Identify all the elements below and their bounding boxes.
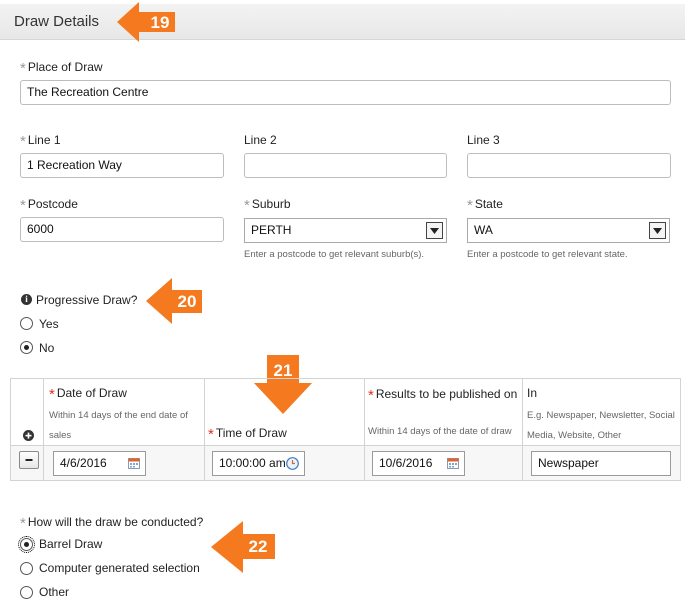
date-of-draw-header-text: Date of Draw (56, 386, 127, 400)
calendar-icon[interactable] (128, 458, 140, 469)
section-header (0, 0, 685, 40)
line3-input[interactable] (467, 153, 671, 178)
section-title: Draw Details (14, 13, 100, 30)
time-of-draw-input[interactable]: 10:00:00 am (212, 451, 305, 476)
results-date-input[interactable]: 10/6/2016 (372, 451, 465, 476)
date-of-draw-input[interactable]: 4/6/2016 (53, 451, 146, 476)
barrel-draw-radio[interactable] (18, 536, 35, 553)
line3-label: Line 3 (467, 133, 500, 147)
time-of-draw-header: * Time of Draw (208, 424, 287, 443)
column-divider (364, 379, 365, 480)
line2-input[interactable] (244, 153, 447, 178)
state-select-value: WA (474, 223, 493, 237)
results-header: * Results to be published on (368, 384, 518, 404)
date-of-draw-value: 4/6/2016 (60, 456, 107, 470)
results-date-value: 10/6/2016 (379, 456, 433, 470)
calendar-icon[interactable] (447, 458, 459, 469)
results-hint: Within 14 days of the date of draw (368, 426, 512, 437)
progressive-no-label[interactable]: No (39, 341, 54, 355)
progressive-yes-radio[interactable] (20, 317, 33, 330)
time-of-draw-value: 10:00:00 am (219, 456, 286, 470)
date-of-draw-header: * Date of Draw (49, 384, 127, 403)
callout-number: 22 (248, 537, 268, 556)
callout-number: 20 (177, 292, 197, 311)
place-label-text: Place of Draw (27, 60, 103, 74)
column-divider (522, 379, 523, 480)
suburb-select-value: PERTH (251, 223, 292, 237)
postcode-label-text: Postcode (27, 197, 78, 211)
required-star: * (208, 426, 214, 443)
postcode-input[interactable]: 6000 (20, 217, 224, 242)
column-divider (204, 379, 205, 480)
callout-20: 20 (146, 278, 204, 324)
add-row-plus-icon[interactable] (23, 430, 34, 441)
line1-input[interactable]: 1 Recreation Way (20, 153, 224, 178)
other-radio[interactable] (20, 586, 33, 599)
column-divider (43, 379, 44, 480)
progressive-label: Progressive Draw? (36, 293, 138, 307)
date-of-draw-hint: Within 14 days of the end date of sales (49, 410, 188, 441)
chevron-down-icon[interactable] (426, 222, 443, 239)
suburb-label-text: Suburb (251, 197, 291, 211)
callout-19: 19 (117, 2, 179, 42)
in-header: In (527, 386, 538, 400)
required-star: * (20, 133, 26, 150)
required-star: * (20, 197, 26, 214)
required-star: * (49, 386, 55, 403)
chevron-down-icon[interactable] (649, 222, 666, 239)
minus-icon (25, 459, 33, 461)
other-label[interactable]: Other (39, 585, 69, 599)
published-in-input[interactable]: Newspaper (531, 451, 671, 476)
conducted-label-text: How will the draw be conducted? (27, 515, 204, 529)
clock-icon[interactable] (286, 457, 299, 470)
required-star: * (20, 60, 26, 77)
required-star: * (467, 197, 473, 214)
conducted-label: * How will the draw be conducted? (20, 513, 204, 532)
in-hint: E.g. Newspaper, Newsletter, Social Media… (527, 410, 675, 441)
info-icon[interactable]: i (21, 294, 32, 305)
progressive-yes-label[interactable]: Yes (39, 317, 59, 331)
place-label: * Place of Draw (20, 58, 103, 77)
barrel-draw-label[interactable]: Barrel Draw (39, 537, 102, 551)
line1-label-text: Line 1 (27, 133, 61, 147)
draw-schedule-table: * Date of Draw Within 14 days of the end … (10, 378, 681, 481)
suburb-label: * Suburb (244, 195, 291, 214)
results-header-text: Results to be published on (375, 387, 518, 401)
callout-22: 22 (211, 521, 277, 573)
postcode-label: * Postcode (20, 195, 78, 214)
computer-generated-label[interactable]: Computer generated selection (39, 561, 200, 575)
required-star: * (244, 197, 250, 214)
callout-number: 19 (150, 13, 170, 32)
line1-label: * Line 1 (20, 131, 61, 150)
computer-generated-radio[interactable] (20, 562, 33, 575)
time-of-draw-header-text: Time of Draw (215, 426, 287, 440)
state-label: * State (467, 195, 503, 214)
suburb-hint: Enter a postcode to get relevant suburb(… (244, 249, 425, 260)
remove-row-button[interactable] (19, 451, 39, 469)
suburb-select[interactable]: PERTH (244, 218, 447, 243)
required-star: * (20, 515, 26, 532)
progressive-no-radio[interactable] (20, 341, 33, 354)
state-hint: Enter a postcode to get relevant state. (467, 249, 628, 260)
state-select[interactable]: WA (467, 218, 670, 243)
line2-label: Line 2 (244, 133, 277, 147)
required-star: * (368, 387, 374, 404)
place-of-draw-input[interactable]: The Recreation Centre (20, 80, 671, 105)
state-label-text: State (474, 197, 503, 211)
